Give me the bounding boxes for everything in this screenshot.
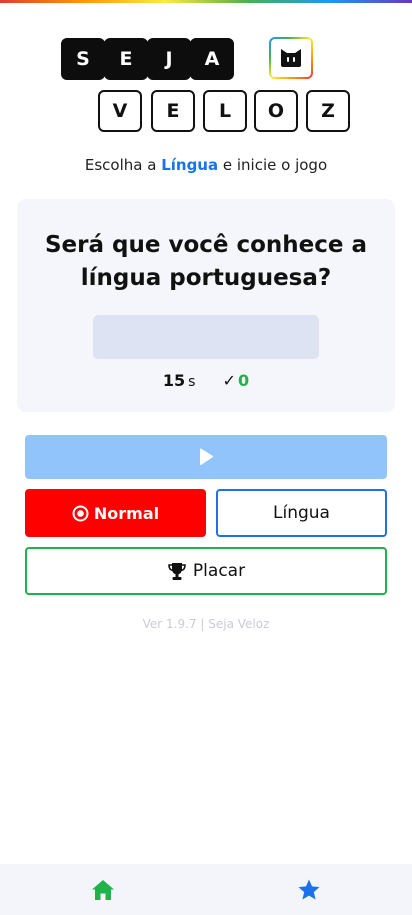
logo-tile-l: L [203, 90, 247, 132]
logo-letter: V [112, 100, 128, 122]
timer-unit: s [188, 374, 196, 390]
stats-row: 15 s ✓ 0 [17, 371, 395, 390]
home-nav-button[interactable] [91, 879, 115, 901]
subtitle-prefix: Escolha a [84, 156, 157, 174]
cat-logo-icon [269, 37, 313, 79]
home-icon [92, 880, 114, 900]
play-button[interactable] [25, 435, 387, 479]
question-card: Será que você conhece a língua portugues… [17, 199, 395, 412]
favorites-nav-button[interactable] [297, 879, 321, 901]
subtitle-highlight: Língua [161, 156, 219, 174]
logo-tile-a: A [190, 38, 234, 80]
language-label: Língua [273, 503, 330, 523]
logo-letter: E [119, 48, 133, 70]
bottom-navigation [0, 864, 412, 915]
question-text: Será que você conhece a língua portugues… [17, 229, 395, 295]
question-line-1: Será que você conhece a [44, 232, 368, 258]
logo-tile-s: S [61, 38, 105, 80]
logo-letter: L [218, 100, 232, 122]
top-gradient-bar [0, 0, 412, 3]
scoreboard-button[interactable]: Placar [25, 547, 387, 595]
logo-letter: A [204, 48, 220, 70]
logo-tile-j: J [147, 38, 191, 80]
subtitle-suffix: e inicie o jogo [222, 156, 328, 174]
answer-placeholder [93, 315, 319, 359]
scoreboard-label: Placar [192, 561, 246, 581]
language-button[interactable]: Língua [216, 489, 387, 537]
logo-letter: E [166, 100, 180, 122]
mode-normal-label: Normal [93, 503, 160, 523]
subtitle: Escolha a Língua e inicie o jogo [0, 156, 412, 174]
version-text: Ver 1.9.7 | Seja Veloz [142, 617, 270, 631]
logo-letter: J [165, 48, 173, 70]
timer-value: 15 [162, 371, 186, 390]
trophy-icon [168, 562, 186, 580]
star-icon [298, 879, 320, 900]
cat-face-icon [281, 49, 301, 67]
logo-tile-v: V [98, 90, 142, 132]
logo-tile-e: E [104, 38, 148, 80]
logo-tile-o: O [254, 90, 298, 132]
play-icon [200, 448, 214, 466]
question-line-2: língua portuguesa? [80, 265, 332, 291]
logo-tile-z: Z [306, 90, 350, 132]
logo-letter: Z [321, 100, 335, 122]
logo-letter: O [267, 100, 285, 122]
mode-normal-button[interactable]: Normal [25, 489, 206, 537]
logo-letter: S [76, 48, 90, 70]
target-icon [72, 505, 89, 521]
score-value: 0 [237, 371, 250, 390]
logo-tile-e2: E [151, 90, 195, 132]
check-icon: ✓ [222, 371, 236, 390]
